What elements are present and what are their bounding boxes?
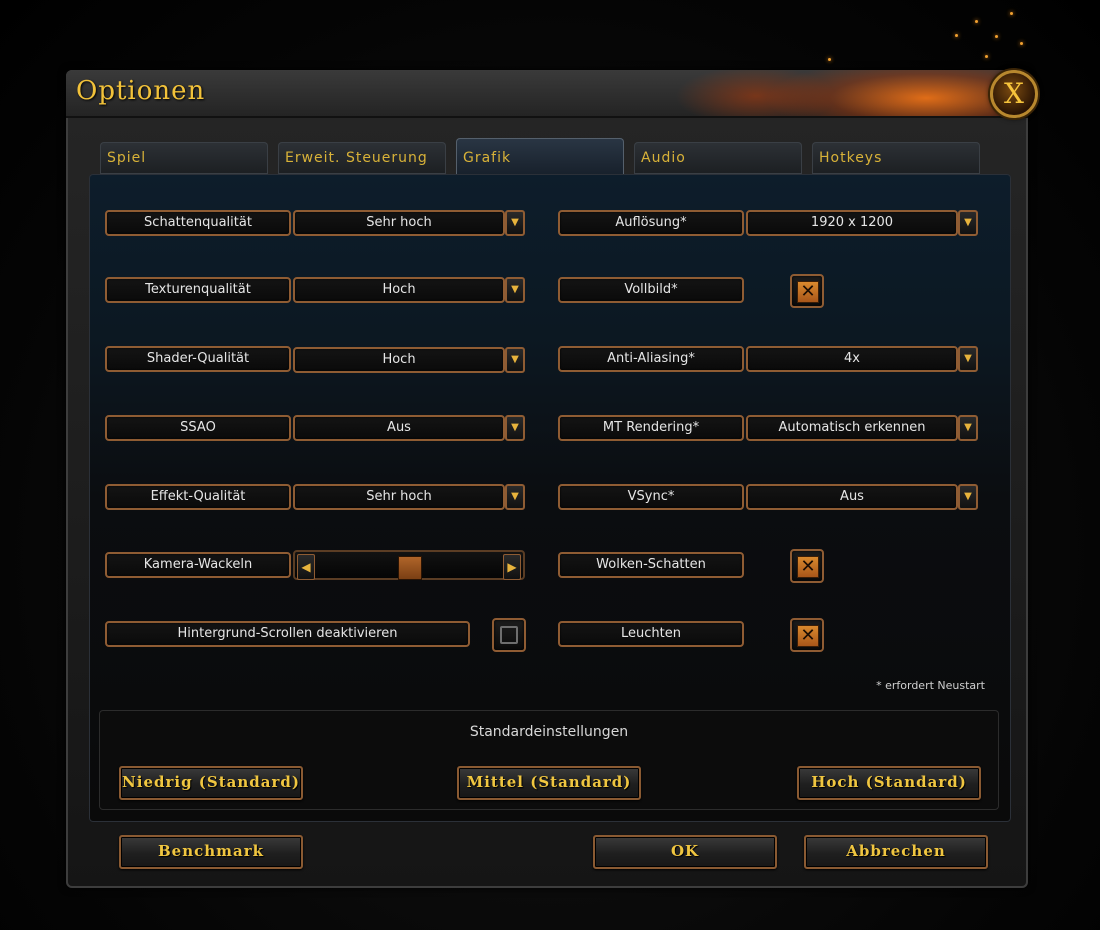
tab-spiel[interactable]: Spiel (100, 142, 268, 174)
background-scroll-checkbox[interactable] (492, 618, 526, 652)
dropdown-arrow-icon[interactable]: ▼ (958, 484, 978, 510)
dropdown-arrow-icon[interactable]: ▼ (958, 415, 978, 441)
texture-quality-label: Texturenqualität (105, 277, 291, 303)
ok-button[interactable]: OK (593, 835, 777, 869)
ssao-label: SSAO (105, 415, 291, 441)
unchecked-box-icon (500, 626, 518, 644)
dropdown-arrow-icon[interactable]: ▼ (505, 210, 525, 236)
camera-shake-slider[interactable]: ◀ ▶ (293, 550, 525, 580)
tab-erweit-steuerung[interactable]: Erweit. Steuerung (278, 142, 446, 174)
tab-hotkeys[interactable]: Hotkeys (812, 142, 980, 174)
mt-rendering-label: MT Rendering* (558, 415, 744, 441)
camera-shake-label: Kamera-Wackeln (105, 552, 291, 578)
mt-rendering-value[interactable]: Automatisch erkennen (746, 415, 958, 441)
benchmark-button[interactable]: Benchmark (119, 835, 303, 869)
anti-aliasing-label: Anti-Aliasing* (558, 346, 744, 372)
preset-section: Standardeinstellungen Niedrig (Standard)… (99, 710, 999, 810)
preset-low-button[interactable]: Niedrig (Standard) (119, 766, 303, 800)
texture-quality-value[interactable]: Hoch (293, 277, 505, 303)
ember-particle (955, 34, 958, 37)
resolution-label: Auflösung* (558, 210, 744, 236)
slider-thumb[interactable] (398, 556, 422, 580)
tab-grafik[interactable]: Grafik (456, 138, 624, 176)
dropdown-arrow-icon[interactable]: ▼ (958, 210, 978, 236)
glow-checkbox[interactable]: ✕ (790, 618, 824, 652)
glow-label: Leuchten (558, 621, 744, 647)
title-bar: Optionen (66, 70, 1028, 118)
options-dialog: Optionen X Spiel Erweit. Steuerung Grafi… (66, 70, 1038, 888)
tab-audio[interactable]: Audio (634, 142, 802, 174)
x-check-icon: ✕ (797, 281, 819, 303)
x-check-icon: ✕ (797, 556, 819, 578)
close-icon: X (1004, 77, 1024, 110)
preset-high-button[interactable]: Hoch (Standard) (797, 766, 981, 800)
shadow-quality-label: Schattenqualität (105, 210, 291, 236)
dialog-title: Optionen (76, 76, 206, 106)
dropdown-arrow-icon[interactable]: ▼ (505, 415, 525, 441)
vsync-label: VSync* (558, 484, 744, 510)
resolution-value[interactable]: 1920 x 1200 (746, 210, 958, 236)
shadow-quality-value[interactable]: Sehr hoch (293, 210, 505, 236)
ember-particle (828, 58, 831, 61)
cancel-button[interactable]: Abbrechen (804, 835, 988, 869)
dropdown-arrow-icon[interactable]: ▼ (505, 484, 525, 510)
shader-quality-label: Shader-Qualität (105, 346, 291, 372)
dropdown-arrow-icon[interactable]: ▼ (958, 346, 978, 372)
restart-note: * erfordert Neustart (876, 679, 985, 692)
close-button[interactable]: X (990, 70, 1038, 118)
effect-quality-value[interactable]: Sehr hoch (293, 484, 505, 510)
fullscreen-label: Vollbild* (558, 277, 744, 303)
ember-particle (995, 35, 998, 38)
screen: Optionen X Spiel Erweit. Steuerung Grafi… (0, 0, 1100, 930)
dropdown-arrow-icon[interactable]: ▼ (505, 277, 525, 303)
vsync-value[interactable]: Aus (746, 484, 958, 510)
x-check-icon: ✕ (797, 625, 819, 647)
ember-particle (1010, 12, 1013, 15)
ember-particle (975, 20, 978, 23)
cloud-shadows-checkbox[interactable]: ✕ (790, 549, 824, 583)
ember-particle (1020, 42, 1023, 45)
anti-aliasing-value[interactable]: 4x (746, 346, 958, 372)
preset-medium-button[interactable]: Mittel (Standard) (457, 766, 641, 800)
cloud-shadows-label: Wolken-Schatten (558, 552, 744, 578)
background-scroll-label: Hintergrund-Scrollen deaktivieren (105, 621, 470, 647)
slider-left-arrow-icon[interactable]: ◀ (297, 554, 315, 580)
fullscreen-checkbox[interactable]: ✕ (790, 274, 824, 308)
ssao-value[interactable]: Aus (293, 415, 505, 441)
ember-particle (985, 55, 988, 58)
shader-quality-value[interactable]: Hoch (293, 347, 505, 373)
grafik-panel: Schattenqualität Sehr hoch ▼ Texturenqua… (89, 174, 1011, 822)
preset-title: Standardeinstellungen (469, 724, 629, 740)
effect-quality-label: Effekt-Qualität (105, 484, 291, 510)
slider-right-arrow-icon[interactable]: ▶ (503, 554, 521, 580)
dropdown-arrow-icon[interactable]: ▼ (505, 347, 525, 373)
